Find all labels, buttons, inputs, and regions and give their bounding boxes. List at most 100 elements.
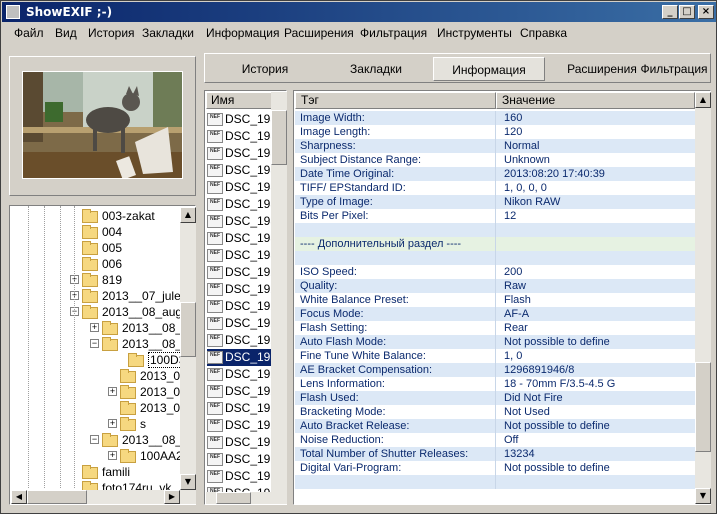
exif-row[interactable]: Date Time Original: 2013:08:20 17:40:39 xyxy=(295,167,695,181)
tree-item[interactable]: 2013_0 xyxy=(120,368,180,384)
tab-filter[interactable]: Фильтрация xyxy=(639,57,709,81)
exif-row[interactable]: Digital Vari-Program: Not possible to def… xyxy=(295,461,695,475)
file-list-item[interactable]: NEFDSC_191 xyxy=(207,468,277,485)
column-header-name[interactable]: Имя xyxy=(206,92,272,109)
menu-info[interactable]: Информация xyxy=(206,26,279,40)
file-list-item[interactable]: NEF DSC_193 xyxy=(207,111,277,128)
exif-row[interactable]: Lens Information: 18 - 70mm F/3.5-4.5 G xyxy=(295,377,695,391)
menu-view[interactable]: Вид xyxy=(55,26,77,40)
scroll-left-arrow-icon[interactable]: ◀ xyxy=(11,490,27,504)
file-list-item[interactable]: NEF DSC_192 xyxy=(207,332,277,349)
tab-extensions[interactable]: Расширения xyxy=(567,57,637,81)
maximize-button[interactable]: □ xyxy=(679,5,695,19)
file-list-item[interactable]: NEFDSC_191 xyxy=(207,451,277,468)
menu-history[interactable]: История xyxy=(88,26,135,40)
menu-filter[interactable]: Фильтрация xyxy=(360,26,427,40)
exif-row[interactable] xyxy=(295,475,695,489)
menu-extensions[interactable]: Расширения xyxy=(284,26,354,40)
exif-row[interactable]: Image Length: 120 xyxy=(295,125,695,139)
close-button[interactable]: × xyxy=(698,5,714,19)
exif-row[interactable]: Image Width: 160 xyxy=(295,111,695,125)
file-list[interactable]: Имя NEF DSC_193 NEF DSC_193 NEF DSC_193 NEF DSC… xyxy=(204,90,287,505)
exif-scroll-thumb[interactable] xyxy=(695,362,711,452)
exif-row[interactable] xyxy=(295,223,695,237)
file-list-item[interactable]: NEF DSC_192 xyxy=(207,264,277,281)
file-list-item[interactable]: NEF DSC_193 xyxy=(207,247,277,264)
scroll-thumb[interactable] xyxy=(180,302,196,357)
menu-bookmarks[interactable]: Закладки xyxy=(142,26,194,40)
exif-vertical-scrollbar[interactable]: ▲ ▼ xyxy=(695,92,711,504)
menu-tools[interactable]: Инструменты xyxy=(437,26,512,40)
menu-help[interactable]: Справка xyxy=(520,26,567,40)
file-list-item[interactable]: NEF DSC_192 xyxy=(207,383,277,400)
column-header-tag[interactable]: Тэг xyxy=(295,92,496,109)
collapse-icon[interactable]: − xyxy=(90,435,99,444)
exif-row[interactable]: Sharpness: Normal xyxy=(295,139,695,153)
folder-tree[interactable]: 003-zakat 004 005 006 +819 +2013__07_jule −201… xyxy=(9,205,196,505)
tree-item[interactable]: 006 xyxy=(82,256,122,272)
tree-item[interactable]: +2013__08_ xyxy=(90,320,182,336)
exif-row[interactable]: Subject Distance Range: Unknown xyxy=(295,153,695,167)
file-list-item[interactable]: NEF DSC_193 xyxy=(207,162,277,179)
file-list-item[interactable]: NEF DSC_193 xyxy=(207,128,277,145)
file-list-item[interactable]: NEF DSC_193 xyxy=(207,213,277,230)
tree-item[interactable]: 005 xyxy=(82,240,122,256)
exif-row[interactable]: Focus Mode: AF-A xyxy=(295,307,695,321)
tab-bookmarks[interactable]: Закладки xyxy=(335,57,417,81)
filelist-vertical-scrollbar[interactable] xyxy=(271,92,287,492)
hscroll-thumb[interactable] xyxy=(27,490,87,504)
file-list-item[interactable]: NEFDSC_191 xyxy=(207,434,277,451)
tree-item[interactable]: 003-zakat xyxy=(82,208,155,224)
exif-row[interactable]: Flash Used: Did Not Fire xyxy=(295,391,695,405)
exif-row[interactable]: Flash Setting: Rear xyxy=(295,321,695,335)
file-list-item[interactable]: NEF DSC_193 xyxy=(207,145,277,162)
expand-icon[interactable]: + xyxy=(108,451,117,460)
file-list-item[interactable]: NEF DSC_192 xyxy=(207,281,277,298)
exif-row[interactable]: Auto Flash Mode: Not possible to define xyxy=(295,335,695,349)
tab-history[interactable]: История xyxy=(225,57,305,81)
tree-horizontal-scrollbar[interactable]: ◀ ▶ xyxy=(11,490,196,504)
exif-row[interactable]: AE Bracket Compensation: 1296891946/8 xyxy=(295,363,695,377)
file-list-item[interactable]: NEF DSC_192 xyxy=(207,315,277,332)
tree-item[interactable]: 004 xyxy=(82,224,122,240)
scroll-right-arrow-icon[interactable]: ▶ xyxy=(164,490,180,504)
exif-row[interactable]: Type of Image: Nikon RAW xyxy=(295,195,695,209)
tree-item[interactable]: +100AA2 xyxy=(108,448,183,464)
tree-item[interactable]: + s xyxy=(108,416,146,432)
menu-file[interactable]: Файл xyxy=(14,26,44,40)
filelist-hscroll-thumb[interactable] xyxy=(216,492,251,504)
exif-row[interactable]: Fine Tune White Balance: 1, 0 xyxy=(295,349,695,363)
expand-icon[interactable]: + xyxy=(90,323,99,332)
tree-item[interactable]: famili xyxy=(82,464,130,480)
exif-scroll-up-arrow-icon[interactable]: ▲ xyxy=(695,92,711,108)
scroll-up-arrow-icon[interactable]: ▲ xyxy=(180,207,196,223)
exif-row[interactable]: White Balance Preset: Flash xyxy=(295,293,695,307)
exif-row[interactable]: Bracketing Mode: Not Used xyxy=(295,405,695,419)
collapse-icon[interactable]: − xyxy=(90,339,99,348)
tree-item[interactable]: − 2013__08_ xyxy=(90,432,182,448)
file-list-item[interactable]: NEF DSC_193 xyxy=(207,230,277,247)
file-list-item[interactable]: NEF DSC_192 xyxy=(207,366,277,383)
exif-table[interactable]: Тэг Значение Image Width: 160 Image Length… xyxy=(293,90,711,505)
tree-vertical-scrollbar[interactable]: ▲ ▼ xyxy=(180,207,196,490)
tree-item[interactable]: +2013__07_jule xyxy=(70,288,181,304)
exif-row[interactable]: TIFF/ EPStandard ID: 1, 0, 0, 0 xyxy=(295,181,695,195)
file-list-item[interactable]: NEF DSC_192 xyxy=(207,349,278,366)
file-list-item[interactable]: NEF DSC_192 xyxy=(207,298,277,315)
file-list-item[interactable]: NEF DSC_192 xyxy=(207,400,277,417)
exif-scroll-down-arrow-icon[interactable]: ▼ xyxy=(695,488,711,504)
exif-row[interactable]: Noise Reduction: Off xyxy=(295,433,695,447)
file-list-item[interactable]: NEF DSC_192 xyxy=(207,417,277,434)
exif-row[interactable]: Quality: Raw xyxy=(295,279,695,293)
file-list-item[interactable]: NEF DSC_193 xyxy=(207,196,277,213)
tree-item[interactable]: +819 xyxy=(70,272,122,288)
tree-item[interactable]: +2013_0 xyxy=(108,384,180,400)
file-list-item[interactable]: NEF DSC_193 xyxy=(207,179,277,196)
tab-information[interactable]: Информация xyxy=(433,57,545,81)
photo-thumbnail[interactable] xyxy=(22,71,183,179)
minimize-button[interactable]: _ xyxy=(662,5,678,19)
expand-icon[interactable]: + xyxy=(108,419,117,428)
tree-item[interactable]: −2013__08_aug xyxy=(70,304,182,320)
title-bar[interactable]: ShowEXIF ;-) _ □ × xyxy=(2,2,716,22)
section-header-row[interactable]: ---- Дополнительный раздел ---- xyxy=(295,237,695,251)
